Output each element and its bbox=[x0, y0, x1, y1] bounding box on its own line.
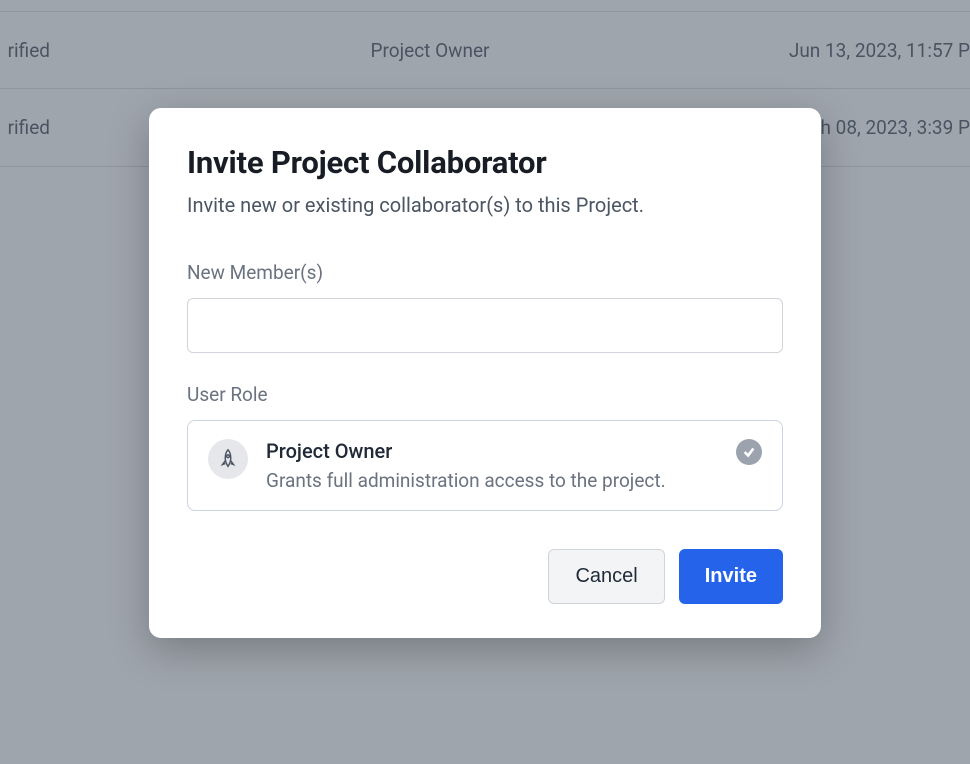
modal-overlay: Invite Project Collaborator Invite new o… bbox=[0, 0, 970, 764]
new-members-input[interactable] bbox=[187, 298, 783, 353]
role-name: Project Owner bbox=[266, 439, 718, 463]
check-icon bbox=[736, 439, 762, 465]
new-members-label: New Member(s) bbox=[187, 261, 783, 284]
invite-collaborator-modal: Invite Project Collaborator Invite new o… bbox=[149, 108, 821, 638]
user-role-label: User Role bbox=[187, 383, 783, 406]
modal-buttons: Cancel Invite bbox=[187, 549, 783, 604]
invite-button[interactable]: Invite bbox=[679, 549, 783, 604]
role-option-project-owner[interactable]: Project Owner Grants full administration… bbox=[187, 420, 783, 511]
modal-title: Invite Project Collaborator bbox=[187, 144, 783, 181]
role-description: Grants full administration access to the… bbox=[266, 469, 718, 492]
modal-subtitle: Invite new or existing collaborator(s) t… bbox=[187, 193, 783, 217]
rocket-icon bbox=[208, 439, 248, 479]
cancel-button[interactable]: Cancel bbox=[548, 549, 664, 604]
role-text: Project Owner Grants full administration… bbox=[266, 439, 718, 492]
